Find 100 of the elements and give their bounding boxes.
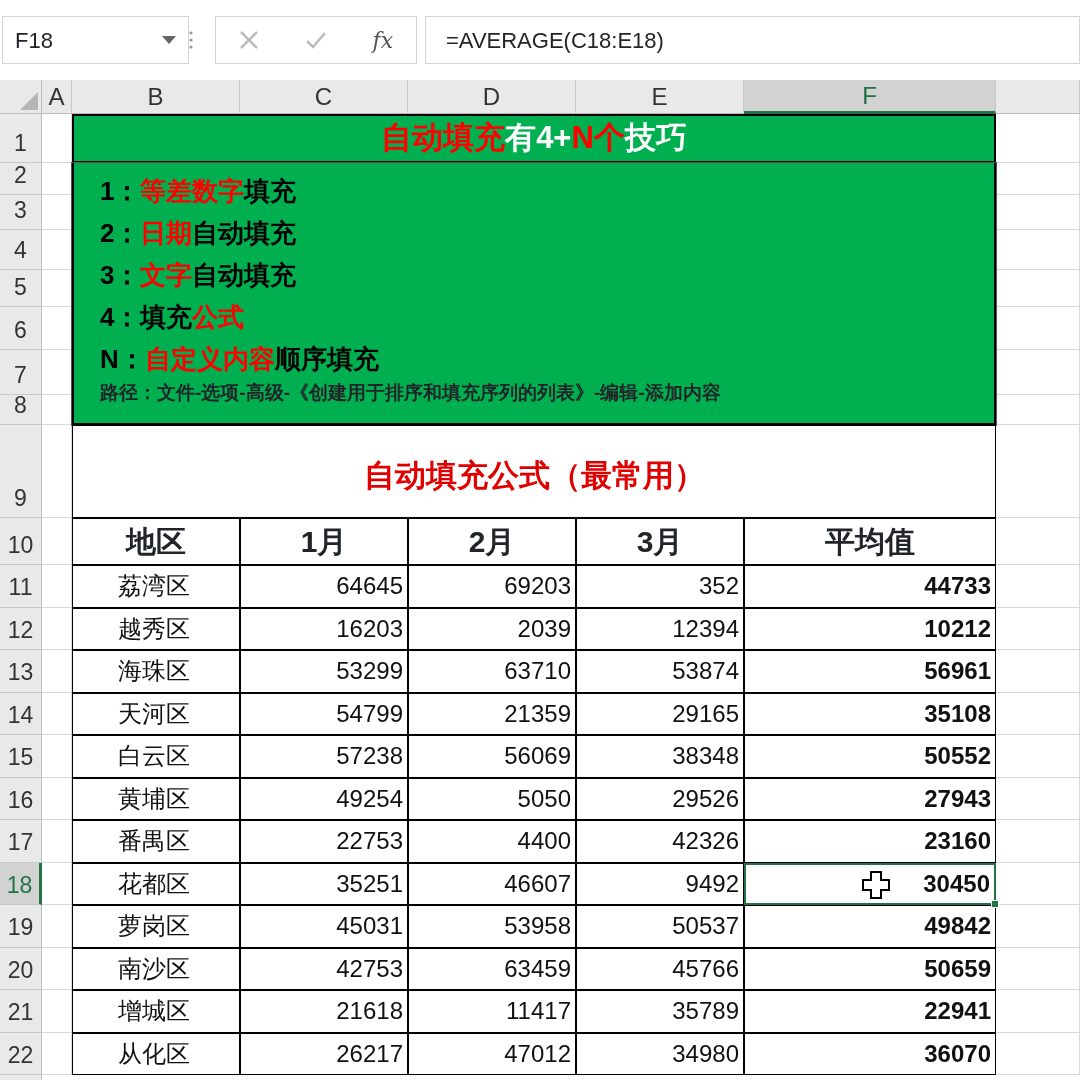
plus-cursor-icon <box>862 870 890 899</box>
tip-text: 等差数字 <box>140 176 245 206</box>
table-cell: 16203 <box>240 607 408 650</box>
column-heading: 1月 <box>240 518 408 565</box>
table-cell: 12394 <box>576 607 744 650</box>
table-cell: 49254 <box>240 777 408 820</box>
title-text: 自动填充 <box>381 119 506 158</box>
average-cell[interactable]: 10212 <box>744 607 996 650</box>
table-cell: 46607 <box>408 862 576 905</box>
checkmark-icon[interactable] <box>304 30 327 50</box>
region-cell: 南沙区 <box>72 947 240 990</box>
column-heading: 2月 <box>408 518 576 565</box>
average-cell[interactable]: 22941 <box>744 990 996 1033</box>
cell-reference: F18 <box>15 26 53 55</box>
title-text: 有4+ <box>505 119 572 158</box>
row-header[interactable]: 1 <box>0 114 42 163</box>
average-cell[interactable]: 49842 <box>744 905 996 948</box>
formula-field[interactable]: =AVERAGE(C18:E18) <box>425 16 1080 64</box>
row-header[interactable]: 16 <box>0 777 42 820</box>
tip-text: 自动填充 <box>192 260 297 290</box>
tip-text: 填充 <box>244 176 297 206</box>
column-header[interactable]: D <box>408 80 576 114</box>
average-cell[interactable]: 50659 <box>744 947 996 990</box>
region-cell: 从化区 <box>72 1032 240 1075</box>
fill-handle[interactable] <box>991 900 999 908</box>
table-cell: 45031 <box>240 905 408 948</box>
table-cell: 29165 <box>576 692 744 735</box>
average-cell[interactable]: 56961 <box>744 650 996 693</box>
select-all-triangle-icon[interactable] <box>20 92 38 110</box>
row-header[interactable]: 21 <box>0 990 42 1033</box>
table-cell: 42326 <box>576 820 744 863</box>
region-cell: 白云区 <box>72 735 240 778</box>
insert-function-button[interactable]: fx <box>372 23 394 57</box>
table-cell: 50537 <box>576 905 744 948</box>
column-header[interactable]: B <box>72 80 240 114</box>
average-cell[interactable]: 36070 <box>744 1032 996 1075</box>
row-header[interactable]: 11 <box>0 565 42 608</box>
table-cell: 47012 <box>408 1032 576 1075</box>
table-cell: 352 <box>576 565 744 608</box>
tip-text: 文字 <box>140 260 193 290</box>
tip-text: 1： <box>100 176 141 206</box>
average-cell[interactable]: 23160 <box>744 820 996 863</box>
tip-text: 3： <box>100 260 141 290</box>
tip-text: 自动填充 <box>192 218 297 248</box>
average-cell[interactable]: 30450 <box>744 862 996 905</box>
dropdown-caret-icon[interactable] <box>162 36 176 44</box>
table-cell: 21359 <box>408 692 576 735</box>
table-cell: 45766 <box>576 947 744 990</box>
table-cell: 4400 <box>408 820 576 863</box>
column-header[interactable]: E <box>576 80 744 114</box>
row-header[interactable]: 20 <box>0 947 42 990</box>
region-cell: 天河区 <box>72 692 240 735</box>
tip-text: 填充 <box>140 302 193 332</box>
row-header[interactable]: 7 <box>0 350 42 395</box>
table-cell: 9492 <box>576 862 744 905</box>
row-header[interactable]: 19 <box>0 905 42 948</box>
name-box[interactable]: F18 <box>2 16 189 64</box>
region-cell: 萝岗区 <box>72 905 240 948</box>
row-header[interactable]: 12 <box>0 607 42 650</box>
table-cell: 63459 <box>408 947 576 990</box>
tip-text: 顺序填充 <box>274 344 379 374</box>
row-header[interactable]: 17 <box>0 820 42 863</box>
table-cell: 56069 <box>408 735 576 778</box>
row-header[interactable]: 15 <box>0 735 42 778</box>
row-header[interactable]: 5 <box>0 270 42 307</box>
table-title: 自动填充公式（最常用） <box>72 425 996 518</box>
vertical-dots-icon <box>189 31 193 49</box>
table-cell: 34980 <box>576 1032 744 1075</box>
tip-text: 公式 <box>192 302 245 332</box>
column-header[interactable]: F <box>744 80 996 114</box>
tip-text: 日期 <box>140 218 193 248</box>
region-cell: 海珠区 <box>72 650 240 693</box>
row-header[interactable]: 2 <box>0 163 42 195</box>
row-header[interactable]: 8 <box>0 395 42 425</box>
column-header[interactable] <box>996 80 1080 114</box>
column-header[interactable]: A <box>42 80 72 114</box>
average-cell[interactable]: 50552 <box>744 735 996 778</box>
row-header[interactable]: 10 <box>0 518 42 565</box>
region-cell: 增城区 <box>72 990 240 1033</box>
row-header[interactable]: 9 <box>0 425 42 518</box>
row-header[interactable]: 18 <box>0 862 42 905</box>
row-header[interactable]: 22 <box>0 1032 42 1075</box>
table-cell: 53958 <box>408 905 576 948</box>
title-text: N个 <box>571 119 625 158</box>
average-cell[interactable]: 27943 <box>744 777 996 820</box>
tip-text: N： <box>100 344 145 374</box>
row-header[interactable]: 4 <box>0 230 42 270</box>
row-header[interactable]: 13 <box>0 650 42 693</box>
average-cell[interactable]: 35108 <box>744 692 996 735</box>
region-cell: 黄埔区 <box>72 777 240 820</box>
row-header[interactable]: 3 <box>0 195 42 230</box>
row-header[interactable]: 14 <box>0 692 42 735</box>
average-cell[interactable]: 44733 <box>744 565 996 608</box>
column-header[interactable]: C <box>240 80 408 114</box>
region-cell: 越秀区 <box>72 607 240 650</box>
cancel-icon[interactable] <box>238 30 259 50</box>
row-header[interactable]: 6 <box>0 307 42 350</box>
region-cell: 荔湾区 <box>72 565 240 608</box>
table-cell: 22753 <box>240 820 408 863</box>
title-text: 技巧 <box>624 119 687 158</box>
